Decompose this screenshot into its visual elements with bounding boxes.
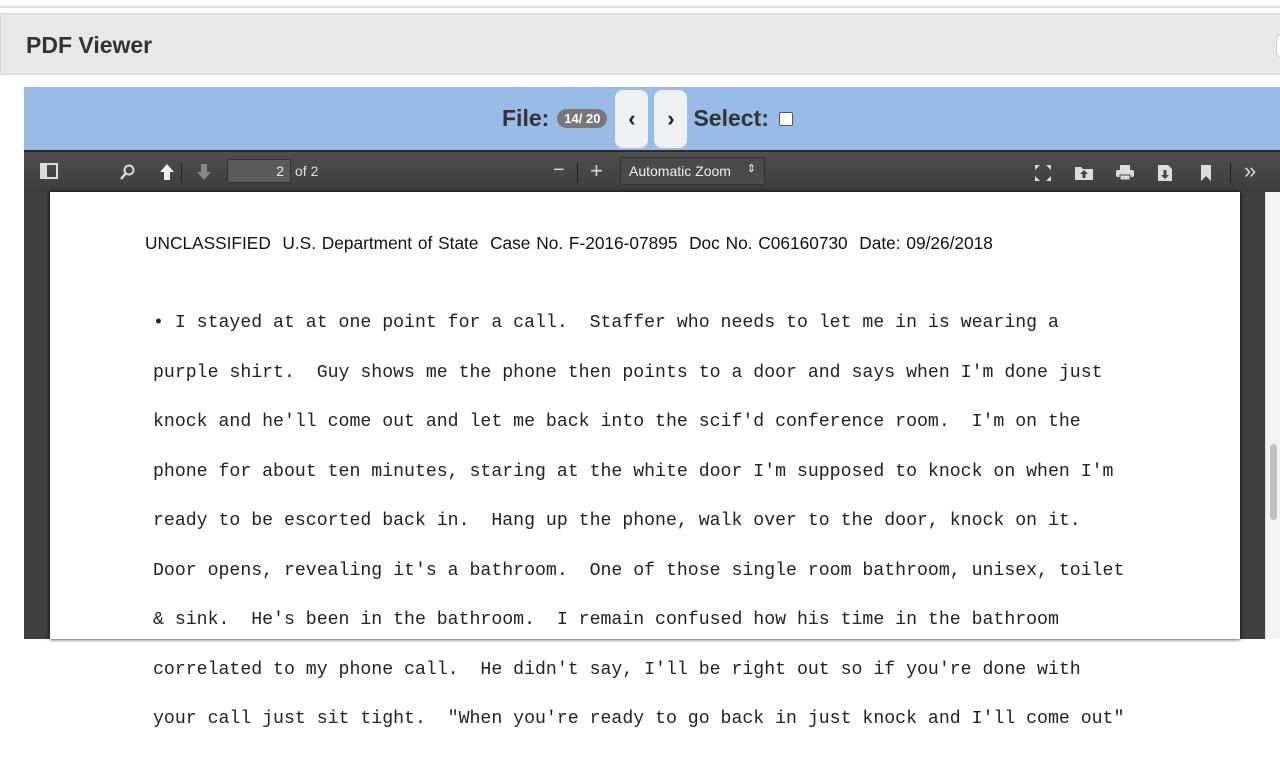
select-label: Select:: [693, 105, 769, 131]
text-line: ready to be escorted back in. Hang up th…: [153, 511, 1081, 531]
page-scrollbar[interactable]: [1265, 192, 1280, 639]
text-line: knock and he'll come out and let me back…: [153, 412, 1081, 432]
text-line: Door opens, revealing it's a bathroom. O…: [153, 560, 1125, 581]
previous-page-icon[interactable]: [159, 163, 175, 181]
page-count: of 2: [295, 163, 319, 179]
page-number-input[interactable]: 2: [227, 159, 291, 183]
app-header: PDF Viewer: [0, 13, 1280, 75]
top-divider: [0, 6, 1280, 8]
file-counter-badge: 14/ 20: [557, 109, 608, 128]
text-line: • I stayed at at one point for a call. S…: [153, 313, 1059, 333]
print-icon[interactable]: [1115, 164, 1135, 181]
zoom-out-button[interactable]: −: [553, 159, 565, 182]
text-line: purple shirt. Guy shows me the phone the…: [153, 362, 1103, 383]
select-checkbox[interactable]: [778, 111, 793, 126]
document-body: • I stayed at at one point for a call. S…: [153, 282, 1124, 761]
pdf-toolbar: 2 of 2 − + Automatic Zoom ⇕ »: [24, 150, 1280, 192]
text-line: phone for about ten minutes, staring at …: [153, 461, 1114, 482]
zoom-in-button[interactable]: +: [590, 158, 603, 184]
text-line: your call just sit tight. "When you're r…: [153, 709, 1125, 729]
bookmark-icon[interactable]: [1200, 164, 1212, 182]
text-line: & sink. He's been in the bathroom. I rem…: [153, 610, 1059, 630]
text-line: correlated to my phone call. He didn't s…: [153, 659, 1081, 680]
file-navigation-bar: File: 14/ 20 ‹ › Select:: [24, 87, 1280, 150]
pdf-page: UNCLASSIFIED U.S. Department of State Ca…: [50, 192, 1240, 728]
open-file-icon[interactable]: [1074, 164, 1094, 181]
scrollbar-thumb[interactable]: [1270, 444, 1277, 520]
presentation-mode-icon[interactable]: [1034, 164, 1052, 182]
document-header: UNCLASSIFIED U.S. Department of State Ca…: [145, 233, 993, 253]
page-title: PDF Viewer: [26, 32, 153, 58]
more-tools-button[interactable]: »: [1244, 158, 1256, 184]
file-label: File:: [502, 105, 550, 131]
sidebar-toggle-icon[interactable]: [40, 163, 58, 179]
next-page-icon[interactable]: [196, 163, 212, 181]
header-button[interactable]: [1276, 35, 1280, 57]
previous-file-button[interactable]: ‹: [615, 89, 649, 148]
zoom-value: Automatic Zoom: [629, 163, 731, 179]
pdf-viewer-area: UNCLASSIFIED U.S. Department of State Ca…: [24, 192, 1265, 728]
download-icon[interactable]: [1157, 164, 1173, 182]
search-icon[interactable]: [119, 164, 135, 180]
next-file-button[interactable]: ›: [654, 89, 688, 148]
zoom-select[interactable]: Automatic Zoom ⇕: [620, 157, 765, 185]
select-arrows-icon: ⇕: [746, 163, 756, 175]
